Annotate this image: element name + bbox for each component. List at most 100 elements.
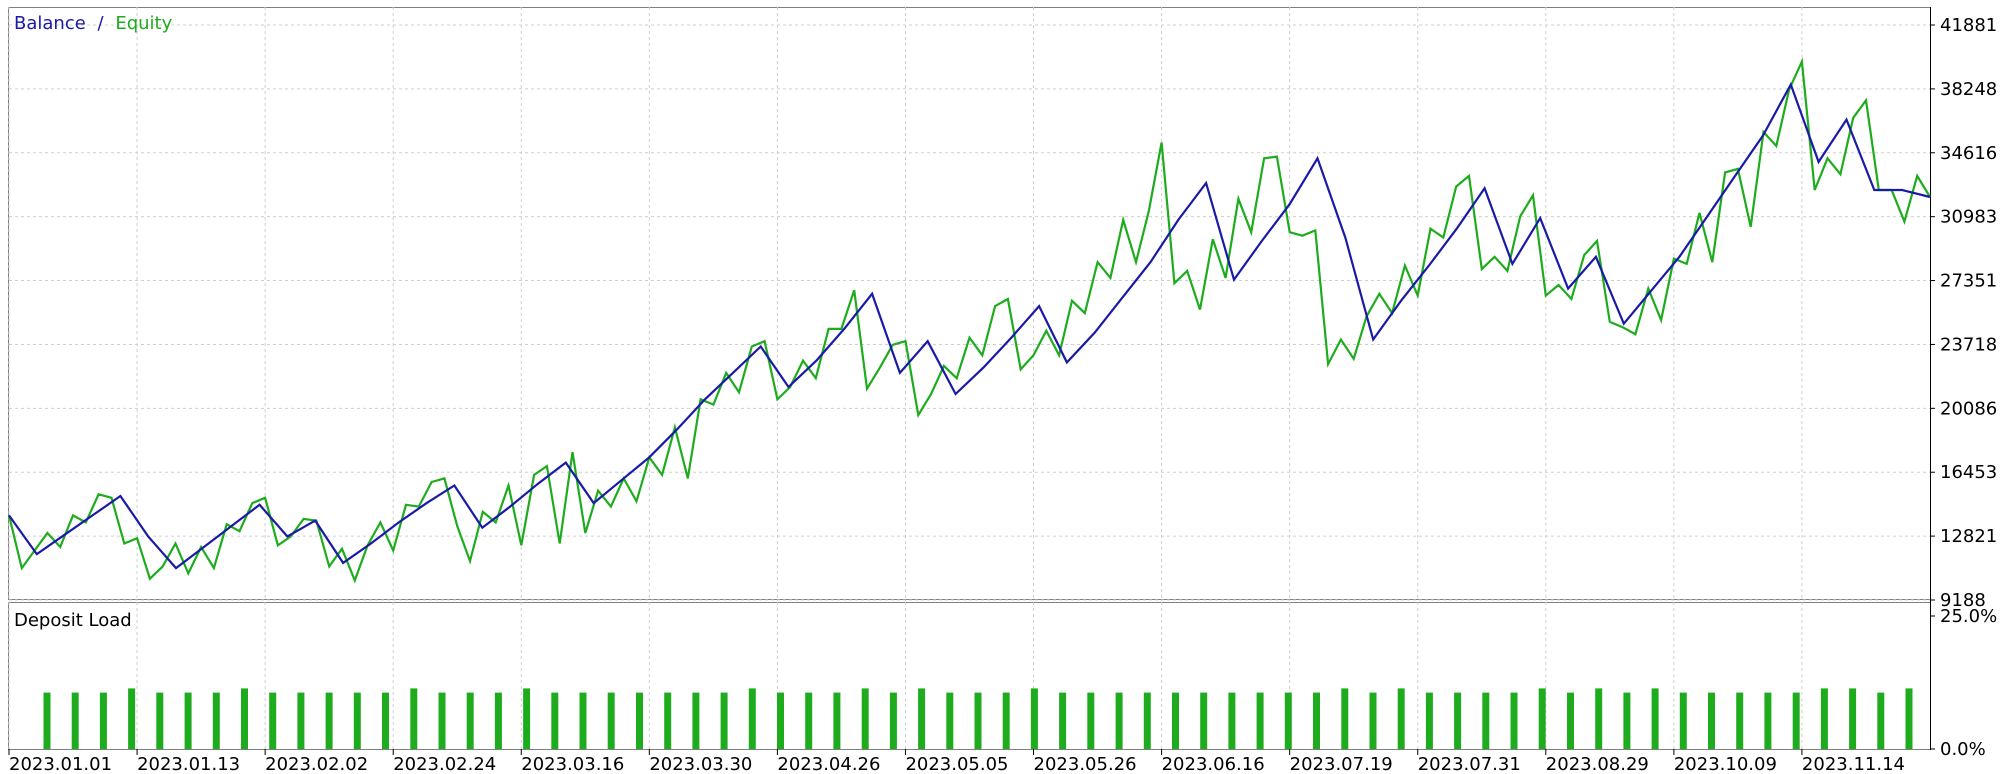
deposit-load-bar [1849, 688, 1857, 749]
deposit-load-bar [1228, 692, 1236, 749]
deposit-load-bar [1143, 692, 1151, 749]
deposit-load-bar [805, 692, 813, 749]
x-tick-label: 2023.01.13 [137, 754, 240, 774]
deposit-load-bar [861, 688, 869, 749]
deposit-load-bar [974, 692, 982, 749]
deposit-load-bar [664, 692, 672, 749]
balance-line [8, 81, 1931, 570]
legend-balance: Balance [14, 13, 86, 34]
deposit-load-bar [1482, 692, 1490, 749]
deposit-load-bar [410, 688, 418, 749]
deposit-load-bar [466, 692, 474, 749]
deposit-load-bar [833, 692, 841, 749]
x-tick-label: 2023.03.30 [649, 754, 752, 774]
deposit-load-bar [325, 692, 333, 749]
deposit-load-bar [1397, 688, 1405, 749]
deposit-load-bar [1708, 692, 1715, 749]
y-tick-label: 16453 [1940, 462, 1997, 483]
x-tick-label: 2023.08.29 [1546, 754, 1649, 774]
x-tick-label: 2023.07.31 [1418, 754, 1521, 774]
deposit-load-bar [607, 692, 615, 749]
y-tick-label: 34616 [1940, 143, 1997, 164]
y-tick-label: 12821 [1940, 526, 1997, 547]
deposit-load-bar [579, 692, 587, 749]
deposit-load-bar [1905, 688, 1913, 749]
deposit-load-bar [1454, 692, 1462, 749]
deposit-load-bar [128, 688, 136, 749]
deposit-load-bar [1256, 692, 1264, 749]
legend-equity: Equity [115, 13, 172, 34]
sub-panel-frame [8, 602, 1931, 750]
x-tick-label: 2023.04.26 [777, 754, 880, 774]
sub-y-tick-label: 0.0% [1940, 739, 1986, 760]
x-tick-label: 2023.06.16 [1162, 754, 1265, 774]
deposit-load-bar [1595, 688, 1603, 749]
deposit-load-bar [1087, 692, 1095, 749]
deposit-load-bar [1820, 688, 1828, 749]
deposit-load-bar [748, 688, 756, 749]
deposit-load-bar [1341, 688, 1349, 749]
deposit-load-bar [1877, 692, 1885, 749]
deposit-load-bar [1425, 692, 1433, 749]
deposit-load-bar [1510, 692, 1518, 749]
deposit-load-bar [241, 688, 248, 749]
deposit-load-bar [1567, 692, 1574, 749]
deposit-load-bar [382, 692, 389, 749]
deposit-load-bar [523, 688, 531, 749]
deposit-load-bar [1284, 692, 1292, 749]
y-tick-label: 23718 [1940, 334, 1997, 355]
y-tick-label: 20086 [1940, 398, 1997, 419]
deposit-load-bar [777, 692, 784, 749]
deposit-load-bar [184, 692, 192, 749]
deposit-load-bar [71, 692, 79, 749]
deposit-load-bar [551, 692, 559, 749]
legend-separator: / [98, 13, 105, 34]
deposit-load-bar [889, 692, 897, 749]
deposit-load-bar [1764, 692, 1772, 749]
deposit-load-bar [156, 692, 164, 749]
deposit-load-bar [918, 688, 926, 749]
deposit-load-bar [494, 692, 502, 749]
deposit-load-bar [1172, 692, 1179, 749]
deposit-load-bar [1651, 688, 1659, 749]
deposit-load-bar [692, 692, 700, 749]
deposit-load-bar [212, 692, 220, 749]
y-tick-label: 41881 [1940, 15, 1997, 36]
sub-chart-title: Deposit Load [14, 610, 132, 631]
deposit-load-bar [1030, 688, 1038, 749]
deposit-load-bar [1200, 692, 1208, 749]
deposit-load-bar [297, 692, 305, 749]
x-tick-label: 2023.05.26 [1034, 754, 1137, 774]
deposit-load-bar [438, 692, 446, 749]
x-tick-label: 2023.11.14 [1802, 754, 1905, 774]
deposit-load-bar [1115, 692, 1123, 749]
deposit-load-bar [99, 692, 107, 749]
deposit-load-bar [946, 692, 954, 749]
deposit-load-bar [1679, 692, 1687, 749]
deposit-load-bar [1538, 688, 1546, 749]
deposit-load-bar [1059, 692, 1067, 749]
deposit-load-bar [269, 692, 277, 749]
balance-equity-chart: 9188128211645320086237182735130983346163… [7, 7, 1997, 774]
y-tick-label: 38248 [1940, 79, 1997, 100]
x-tick-label: 2023.05.05 [905, 754, 1008, 774]
x-tick-label: 2023.03.16 [521, 754, 624, 774]
y-tick-label: 30983 [1940, 207, 1997, 228]
legend: Balance / Equity [14, 13, 173, 34]
main-panel-frame [8, 7, 1931, 600]
deposit-load-bar [1369, 692, 1377, 749]
x-tick-label: 2023.01.01 [9, 754, 112, 774]
sub-y-tick-label: 25.0% [1940, 606, 1997, 627]
deposit-load-bar [1736, 692, 1744, 749]
deposit-load-bar [720, 692, 728, 749]
deposit-load-bar [1002, 692, 1010, 749]
x-tick-label: 2023.10.09 [1674, 754, 1777, 774]
x-tick-label: 2023.02.24 [393, 754, 496, 774]
deposit-load-bar [353, 692, 361, 749]
deposit-load-bar [1623, 692, 1631, 749]
deposit-load-bar [1792, 692, 1800, 749]
y-tick-label: 27351 [1940, 271, 1997, 292]
equity-line [7, 57, 1931, 584]
x-tick-label: 2023.02.02 [265, 754, 368, 774]
deposit-load-bar [636, 692, 643, 749]
